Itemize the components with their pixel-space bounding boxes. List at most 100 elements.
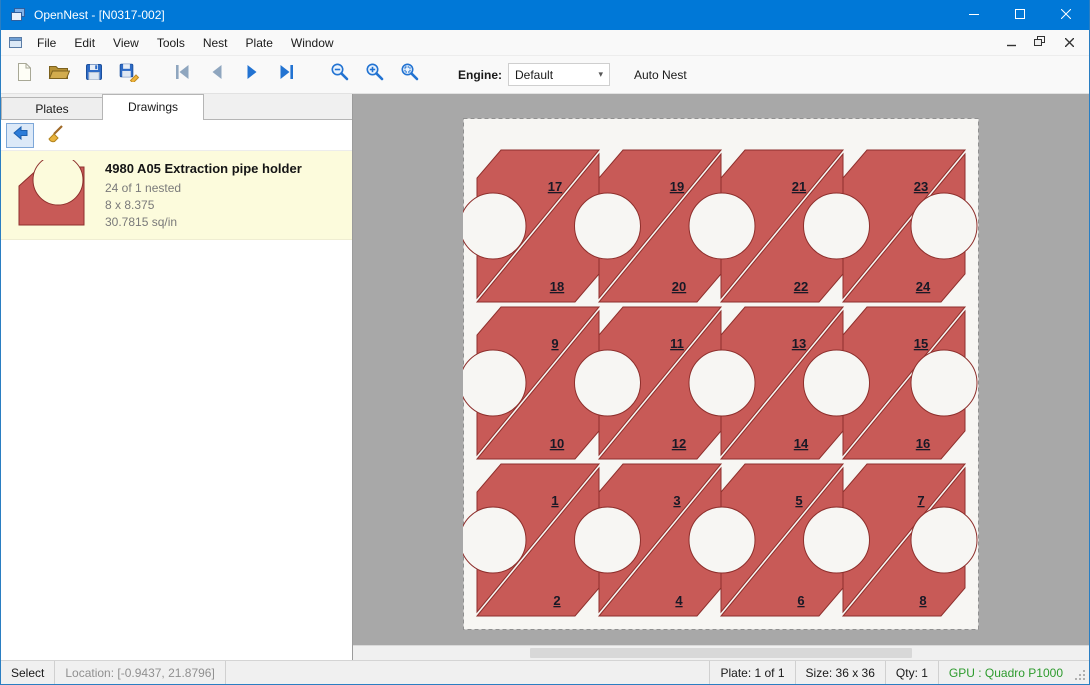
zoom-fit-button[interactable] — [395, 60, 425, 90]
arrow-left-icon — [10, 123, 30, 148]
app-window: OpenNest - [N0317-002] FileEditViewTools… — [0, 0, 1090, 685]
menu-item-window[interactable]: Window — [282, 30, 343, 55]
scrollbar-thumb[interactable] — [530, 648, 913, 658]
minimize-icon — [969, 6, 979, 24]
zoom-out-icon — [329, 61, 351, 88]
broom-icon — [45, 123, 65, 148]
window-controls — [951, 0, 1089, 30]
zoom-out-button[interactable] — [325, 60, 355, 90]
tab-plates[interactable]: Plates — [1, 97, 103, 119]
menu-items: FileEditViewToolsNestPlateWindow — [28, 30, 343, 55]
part-cutout — [463, 193, 526, 259]
mdi-restore-button[interactable] — [1028, 34, 1052, 52]
part-number: 21 — [792, 179, 806, 194]
part-cutout — [689, 350, 755, 416]
zoom-in-icon — [364, 61, 386, 88]
window-title: OpenNest - [N0317-002] — [34, 8, 165, 22]
app-icon — [10, 7, 26, 23]
resize-grip — [1073, 661, 1089, 684]
menu-item-file[interactable]: File — [28, 30, 65, 55]
go-first-button[interactable] — [167, 60, 197, 90]
save-button[interactable] — [79, 60, 109, 90]
part-number: 18 — [550, 279, 564, 294]
part-cutout — [911, 193, 977, 259]
horizontal-scrollbar[interactable] — [353, 645, 1089, 660]
mdi-close-icon — [1065, 34, 1074, 52]
part-number: 22 — [794, 279, 808, 294]
nest-canvas[interactable]: 171819202122232491011121314151612345678 — [353, 94, 1089, 660]
maximize-icon — [1015, 6, 1025, 24]
back-arrow-button[interactable] — [6, 123, 34, 148]
engine-label: Engine: — [458, 68, 502, 82]
save-as-button[interactable] — [114, 60, 144, 90]
open-folder-icon — [48, 63, 70, 86]
part-number: 12 — [672, 436, 686, 451]
status-mode: Select — [1, 661, 55, 684]
part-number: 19 — [670, 179, 684, 194]
part-number: 23 — [914, 179, 928, 194]
part-cutout — [804, 193, 870, 259]
engine-select[interactable]: Default ▾ — [508, 63, 610, 86]
thumbnail-cutout — [33, 160, 83, 205]
part-cutout — [689, 193, 755, 259]
close-icon — [1061, 6, 1071, 24]
tab-drawings[interactable]: Drawings — [102, 94, 204, 120]
drawing-area: 30.7815 sq/in — [105, 214, 302, 231]
tab-bar: Plates Drawings — [1, 94, 352, 120]
drawing-list-item[interactable]: 4980 A05 Extraction pipe holder 24 of 1 … — [1, 151, 352, 240]
mdi-minimize-icon — [1007, 34, 1016, 52]
part-cutout — [575, 350, 641, 416]
part-number: 5 — [795, 493, 802, 508]
status-bar: Select Location: [-0.9437, 21.8796] Plat… — [1, 660, 1089, 684]
minimize-button[interactable] — [951, 0, 997, 30]
menu-item-edit[interactable]: Edit — [65, 30, 104, 55]
part-number: 1 — [551, 493, 558, 508]
part-cutout — [804, 350, 870, 416]
status-plate: Plate: 1 of 1 — [709, 661, 794, 684]
go-last-icon — [276, 61, 298, 88]
menu-item-view[interactable]: View — [104, 30, 148, 55]
status-size: Size: 36 x 36 — [795, 661, 885, 684]
clean-button[interactable] — [41, 123, 69, 148]
menu-item-tools[interactable]: Tools — [148, 30, 194, 55]
left-panel: Plates Drawings — [1, 94, 353, 660]
plate-svg: 171819202122232491011121314151612345678 — [463, 118, 979, 630]
part-number: 7 — [917, 493, 924, 508]
new-button[interactable] — [9, 60, 39, 90]
part-number: 13 — [792, 336, 806, 351]
close-button[interactable] — [1043, 0, 1089, 30]
menu-item-plate[interactable]: Plate — [237, 30, 282, 55]
part-number: 4 — [675, 593, 683, 608]
zoom-in-button[interactable] — [360, 60, 390, 90]
drawings-toolbar — [1, 120, 352, 151]
part-number: 17 — [548, 179, 562, 194]
main-area: Plates Drawings — [1, 94, 1089, 660]
go-first-icon — [171, 61, 193, 88]
auto-nest-button[interactable]: Auto Nest — [626, 64, 695, 86]
mdi-close-button[interactable] — [1057, 34, 1081, 52]
go-last-button[interactable] — [272, 60, 302, 90]
go-next-button[interactable] — [237, 60, 267, 90]
open-button[interactable] — [44, 60, 74, 90]
go-previous-button[interactable] — [202, 60, 232, 90]
part-number: 15 — [914, 336, 928, 351]
part-cutout — [575, 193, 641, 259]
part-cutout — [463, 350, 526, 416]
part-number: 20 — [672, 279, 686, 294]
menu-bar: FileEditViewToolsNestPlateWindow — [1, 30, 1089, 56]
dropdown-caret-icon: ▾ — [598, 69, 603, 80]
save-as-icon — [118, 62, 140, 87]
go-next-icon — [241, 61, 263, 88]
menu-item-nest[interactable]: Nest — [194, 30, 237, 55]
part-cutout — [689, 507, 755, 573]
zoom-fit-icon — [399, 61, 421, 88]
go-previous-icon — [206, 61, 228, 88]
drawings-list: 4980 A05 Extraction pipe holder 24 of 1 … — [1, 151, 352, 660]
part-cutout — [575, 507, 641, 573]
part-number: 6 — [797, 593, 804, 608]
save-icon — [84, 62, 104, 87]
maximize-button[interactable] — [997, 0, 1043, 30]
mdi-window-controls — [999, 34, 1089, 52]
new-document-icon — [14, 62, 34, 87]
mdi-minimize-button[interactable] — [999, 34, 1023, 52]
